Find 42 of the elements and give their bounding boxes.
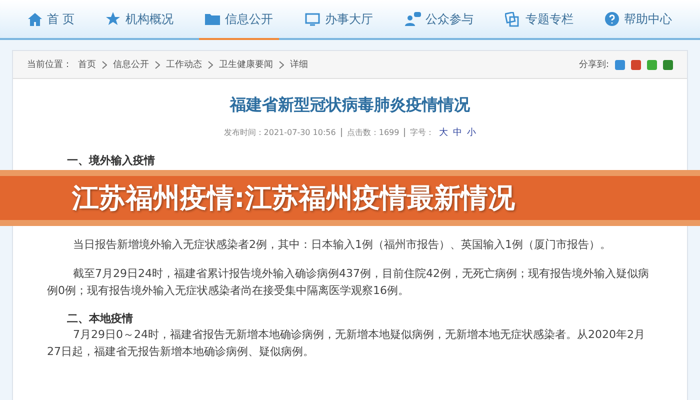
section-heading: 二、本地疫情 xyxy=(66,311,134,326)
paragraph: 7月29日0～24时，福建省报告无新增本地确诊病例，无新增本地疑似病例，无新增本地无症状感染者。从2020年2月27日起，福建省无报告新增本地确诊病例、疑似病例。 xyxy=(47,327,646,360)
nav-tab[interactable]: 机构概况 xyxy=(100,0,180,40)
share-icon[interactable] xyxy=(631,60,641,70)
nav-tab[interactable]: 首 页 xyxy=(22,0,81,40)
chevron-icon xyxy=(208,60,213,68)
breadcrumb-link[interactable]: 首页 xyxy=(78,58,96,71)
nav-tab[interactable]: 帮助中心 xyxy=(599,0,678,40)
help-icon xyxy=(605,12,620,26)
monitor-icon xyxy=(304,12,320,26)
font-size-label: 字号： xyxy=(410,127,434,138)
font-size-link[interactable]: 中 xyxy=(453,126,462,139)
banner-title: 江苏福州疫情:江苏福州疫情最新情况 xyxy=(72,182,515,216)
chevron-icon xyxy=(155,60,160,68)
folder-icon xyxy=(205,13,220,25)
chevron-icon xyxy=(102,60,107,68)
share-label: 分享到: xyxy=(578,58,609,71)
chevron-icon xyxy=(279,60,284,68)
paragraph: 截至7月29日24时，福建省累计报告境外输入确诊病例437例，目前住院42例，无死亡病例；现有报告境外输入疑似病例0例；现有报告境外输入无症状感染者尚在接受集中隔离医学观察16例。 xyxy=(47,266,650,299)
home-icon xyxy=(28,12,42,26)
breadcrumb-link[interactable]: 信息公开 xyxy=(113,58,149,71)
breadcrumb-link[interactable]: 卫生健康要闻 xyxy=(219,58,273,71)
meta-text: 点击数：1699 xyxy=(346,127,400,138)
font-size-link[interactable]: 小 xyxy=(467,126,476,139)
article-title: 福建省新型冠状病毒肺炎疫情情况 xyxy=(228,95,471,116)
star-icon xyxy=(106,12,120,26)
nav-tab[interactable]: 公众参与 xyxy=(398,0,480,40)
share-icon[interactable] xyxy=(615,60,625,70)
breadcrumb-link[interactable]: 详细 xyxy=(290,58,308,71)
share-icon[interactable] xyxy=(647,60,657,70)
breadcrumb-link[interactable]: 工作动态 xyxy=(166,58,202,71)
breadcrumb-label: 当前位置： xyxy=(27,58,72,71)
share-icon[interactable] xyxy=(663,60,673,70)
squares-icon xyxy=(505,12,520,26)
section-heading: 一、境外输入疫情 xyxy=(66,153,156,168)
meta-text: 发布时间：2021-07-30 10:56 xyxy=(224,127,336,138)
paragraph: 当日报告新增境外输入无症状感染者2例，其中：日本输入1例（福州市报告）、英国输入1例（厦门市报告）。 xyxy=(72,237,612,253)
nav-tab[interactable]: 办事大厅 xyxy=(298,0,379,40)
people-icon xyxy=(404,12,421,26)
nav-tab[interactable]: 信息公开 xyxy=(199,0,280,40)
nav-tab[interactable]: 专题专栏 xyxy=(499,0,580,40)
font-size-link[interactable]: 大 xyxy=(439,126,448,139)
